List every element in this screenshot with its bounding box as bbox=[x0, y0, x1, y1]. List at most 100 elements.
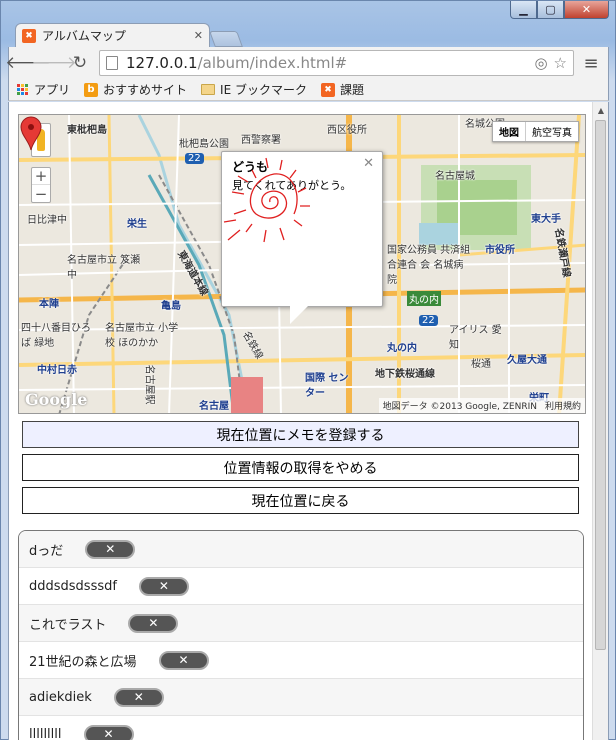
forward-arrow-icon[interactable]: 🡒 bbox=[31, 51, 77, 75]
memo-name: lllllllll bbox=[29, 726, 62, 740]
bookmark-ie-folder[interactable]: IE ブックマーク bbox=[201, 81, 307, 98]
attribution-text: 地図データ ©2013 Google, ZENRIN bbox=[382, 402, 537, 412]
bookmarks-bar: アプリ b おすすめサイト IE ブックマーク ✖ 課題 bbox=[8, 79, 609, 101]
map-label: 名古屋市立 小学校 ほのかか bbox=[105, 323, 179, 349]
tab-title: アルバムマップ bbox=[42, 29, 126, 43]
delete-memo-button[interactable]: ✕ bbox=[158, 650, 209, 670]
map-label: 地下鉄桜通線 bbox=[375, 369, 435, 380]
map-type-control: 地図 航空写真 bbox=[492, 121, 579, 142]
map-label: 名古屋 bbox=[199, 401, 229, 412]
bookmark-apps[interactable]: アプリ bbox=[17, 81, 70, 98]
zoom-in-button[interactable]: + bbox=[32, 167, 50, 185]
folder-icon bbox=[201, 84, 216, 95]
map-label: 中村日赤 bbox=[37, 365, 77, 376]
minimize-button[interactable]: ▁ bbox=[510, 1, 537, 19]
map-label: 久屋大通 bbox=[507, 355, 547, 366]
memo-name: これでラスト bbox=[29, 617, 107, 633]
list-item[interactable]: dっだ ✕ bbox=[19, 531, 583, 568]
map-label: 西警察署 bbox=[241, 135, 281, 146]
delete-memo-button[interactable]: ✕ bbox=[113, 687, 164, 707]
delete-memo-button[interactable]: ✕ bbox=[138, 576, 189, 596]
bookmark-assignment[interactable]: ✖ 課題 bbox=[320, 81, 364, 98]
memo-name: adiekdiek bbox=[29, 689, 92, 705]
list-item[interactable]: lllllllll ✕ bbox=[19, 716, 583, 740]
bookmark-label: 課題 bbox=[339, 83, 364, 97]
zoom-out-button[interactable]: − bbox=[32, 185, 50, 203]
map-label: 名古屋駅 bbox=[143, 364, 155, 405]
address-bar[interactable]: 127.0.0.1 /album/index.html# ◎ ☆ bbox=[99, 50, 574, 76]
close-window-button[interactable]: ✕ bbox=[564, 1, 609, 19]
handwritten-spiral-drawing bbox=[223, 157, 310, 243]
map-label: 栄生 bbox=[127, 219, 147, 230]
apps-grid-icon bbox=[17, 83, 29, 96]
memo-list: dっだ ✕ dddsdsdsssdf ✕ これでラスト ✕ 21世紀の森と広場 … bbox=[18, 530, 584, 740]
browser-toolbar: 🡐 🡒 ↻ 127.0.0.1 /album/index.html# ◎ ☆ ≡ bbox=[5, 47, 609, 79]
google-logo: Google bbox=[25, 390, 88, 409]
map-marker-icon[interactable] bbox=[19, 115, 43, 151]
map-type-map-button[interactable]: 地図 bbox=[493, 122, 526, 141]
scroll-up-arrow-icon[interactable]: ▲ bbox=[593, 102, 608, 118]
map-label: 桜通 bbox=[471, 359, 491, 370]
menu-hamburger-icon[interactable]: ≡ bbox=[580, 53, 602, 74]
info-window-close-icon[interactable]: ✕ bbox=[363, 156, 374, 171]
terms-link[interactable]: 利用規約 bbox=[545, 399, 581, 412]
delete-memo-button[interactable]: ✕ bbox=[128, 613, 179, 633]
map-label: 国家公務員 共済組合連合 会 名城病院 bbox=[387, 245, 471, 286]
map-attribution: 地図データ ©2013 Google, ZENRIN 利用規約 bbox=[378, 398, 585, 413]
bookmark-label: おすすめサイト bbox=[103, 83, 188, 97]
page-content: 東枇杷島 枇杷島公園 西警察署 西区役所 名城公園 日比津中 栄生 名古屋市立 … bbox=[8, 102, 609, 740]
memo-name: dddsdsdsssdf bbox=[29, 578, 117, 594]
reload-icon[interactable]: ↻ bbox=[67, 51, 93, 75]
maximize-button[interactable]: ▢ bbox=[537, 1, 564, 19]
tab-close-icon[interactable]: ✕ bbox=[194, 29, 203, 42]
xampp-favicon-icon: ✖ bbox=[22, 28, 36, 43]
memo-name: dっだ bbox=[29, 543, 64, 559]
stop-location-button[interactable]: 位置情報の取得をやめる bbox=[22, 454, 579, 481]
map-label: 亀島 bbox=[161, 301, 181, 312]
map-label: 東枇杷島 bbox=[67, 125, 107, 136]
info-window: どうも 見てくれてありがとう。 ✕ bbox=[221, 151, 383, 324]
url-host: 127.0.0.1 bbox=[126, 54, 198, 72]
map-label: 国際 センター bbox=[305, 373, 349, 399]
list-item[interactable]: adiekdiek ✕ bbox=[19, 679, 583, 716]
map-type-satellite-button[interactable]: 航空写真 bbox=[526, 122, 578, 141]
map-label: 市役所 bbox=[485, 245, 515, 256]
list-item[interactable]: dddsdsdsssdf ✕ bbox=[19, 568, 583, 605]
list-item[interactable]: 21世紀の森と広場 ✕ bbox=[19, 642, 583, 679]
scrollbar-thumb[interactable] bbox=[595, 120, 606, 650]
location-target-icon[interactable]: ◎ bbox=[534, 54, 547, 72]
register-memo-button[interactable]: 現在位置にメモを登録する bbox=[22, 421, 579, 448]
tab-strip: ✖ アルバムマップ ✕ bbox=[15, 23, 243, 47]
map-label: 本陣 bbox=[39, 299, 59, 310]
google-map[interactable]: 東枇杷島 枇杷島公園 西警察署 西区役所 名城公園 日比津中 栄生 名古屋市立 … bbox=[18, 114, 586, 414]
map-label: 日比津中 bbox=[27, 215, 67, 226]
memo-name: 21世紀の森と広場 bbox=[29, 654, 137, 670]
bookmark-label: IE ブックマーク bbox=[220, 83, 307, 97]
map-label: 四十八番目ひろば 緑地 bbox=[21, 323, 91, 349]
zoom-control: + − bbox=[31, 167, 51, 203]
page-icon bbox=[106, 56, 118, 70]
browser-window: ▁ ▢ ✕ ✖ アルバムマップ ✕ 🡐 🡒 ↻ 127.0.0.1 /album… bbox=[0, 0, 616, 740]
map-label: 丸の内 bbox=[387, 343, 417, 354]
new-tab-button[interactable] bbox=[209, 31, 243, 47]
bookmark-recommended[interactable]: b おすすめサイト bbox=[84, 81, 187, 98]
map-label: 西区役所 bbox=[327, 125, 367, 136]
xampp-icon: ✖ bbox=[320, 82, 335, 97]
map-label: 枇杷島公園 bbox=[179, 139, 229, 150]
tab-album-map[interactable]: ✖ アルバムマップ ✕ bbox=[15, 23, 210, 47]
route-shield: 22 bbox=[419, 315, 438, 326]
return-to-location-button[interactable]: 現在位置に戻る bbox=[22, 487, 579, 514]
list-item[interactable]: これでラスト ✕ bbox=[19, 605, 583, 642]
map-label: 丸の内 bbox=[407, 291, 441, 306]
page-scrollbar[interactable]: ▲ bbox=[592, 102, 608, 740]
bing-icon: b bbox=[84, 82, 99, 97]
map-label: アイリス 愛知 bbox=[449, 325, 502, 351]
map-label: 名古屋市立 笈瀬中 bbox=[67, 255, 141, 281]
delete-memo-button[interactable]: ✕ bbox=[85, 539, 136, 559]
delete-memo-button[interactable]: ✕ bbox=[83, 724, 134, 740]
url-path: /album/index.html# bbox=[197, 54, 348, 72]
map-label: 東大手 bbox=[531, 214, 561, 225]
bookmark-label: アプリ bbox=[34, 83, 71, 97]
bookmark-star-icon[interactable]: ☆ bbox=[554, 54, 567, 72]
window-controls: ▁ ▢ ✕ bbox=[510, 1, 609, 19]
